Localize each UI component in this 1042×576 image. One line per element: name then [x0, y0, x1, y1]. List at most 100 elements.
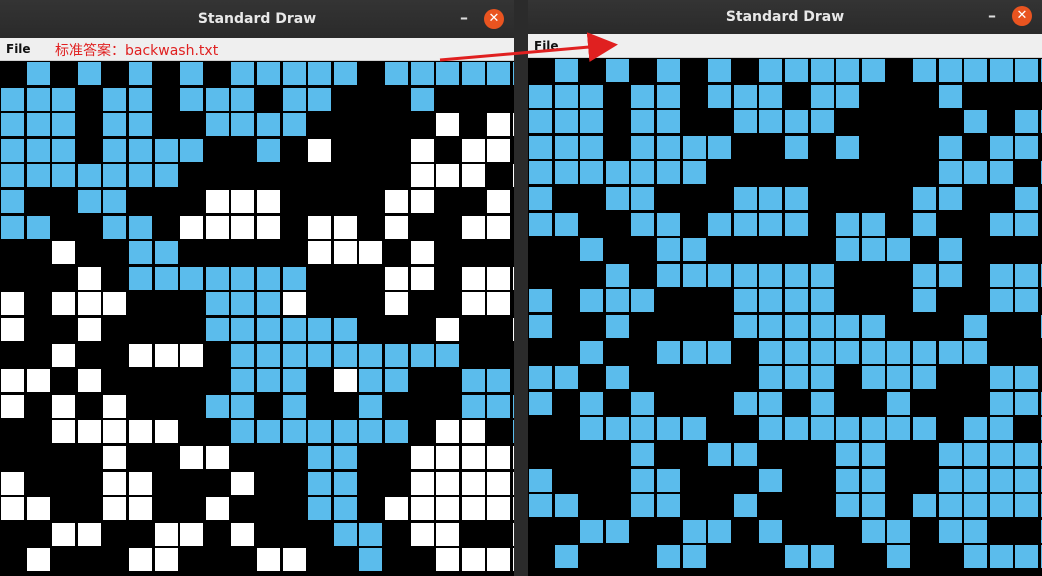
- left-draw-canvas[interactable]: [0, 61, 514, 576]
- left-blue-cell: [206, 88, 229, 111]
- right-blue-cell: [836, 213, 859, 236]
- left-white-cell: [155, 548, 178, 571]
- left-blue-cell: [1, 216, 24, 239]
- right-blue-cell: [734, 494, 757, 517]
- right-blue-cell: [939, 238, 962, 261]
- left-white-cell: [411, 190, 434, 213]
- right-blue-cell: [836, 494, 859, 517]
- right-blue-cell: [529, 392, 552, 415]
- left-blue-cell: [436, 62, 459, 85]
- right-blue-cell: [862, 417, 885, 440]
- right-blue-cell: [606, 520, 629, 543]
- left-white-cell: [385, 497, 408, 520]
- right-blue-cell: [887, 417, 910, 440]
- right-blue-cell: [887, 545, 910, 568]
- right-blue-cell: [1015, 366, 1038, 389]
- right-blue-cell: [964, 59, 987, 82]
- right-blue-cell: [811, 264, 834, 287]
- right-blue-cell: [990, 417, 1013, 440]
- right-blue-cell: [529, 315, 552, 338]
- right-blue-cell: [836, 417, 859, 440]
- right-blue-cell: [811, 85, 834, 108]
- right-blue-cell: [939, 136, 962, 159]
- left-white-cell: [487, 190, 510, 213]
- right-blue-cell: [990, 213, 1013, 236]
- left-white-cell: [103, 497, 126, 520]
- right-standard-draw-window: Standard Draw – ✕ File: [528, 0, 1042, 576]
- left-blue-cell: [513, 62, 514, 85]
- left-blue-cell: [155, 241, 178, 264]
- right-blue-cell: [555, 110, 578, 133]
- right-blue-cell: [657, 213, 680, 236]
- right-blue-cell: [631, 392, 654, 415]
- right-blue-cell: [990, 545, 1013, 568]
- left-white-cell: [513, 446, 514, 469]
- left-title-bar[interactable]: Standard Draw – ✕: [0, 0, 514, 38]
- right-blue-cell: [887, 392, 910, 415]
- right-blue-cell: [964, 520, 987, 543]
- left-white-cell: [462, 216, 485, 239]
- left-blue-cell: [206, 395, 229, 418]
- right-blue-cell: [555, 494, 578, 517]
- left-white-cell: [129, 344, 152, 367]
- left-white-cell: [78, 318, 101, 341]
- left-blue-cell: [231, 420, 254, 443]
- left-blue-cell: [411, 62, 434, 85]
- left-minimize-button[interactable]: –: [458, 10, 470, 26]
- right-blue-cell: [734, 443, 757, 466]
- right-blue-cell: [631, 110, 654, 133]
- left-blue-cell: [231, 369, 254, 392]
- right-file-menu[interactable]: File: [534, 39, 559, 53]
- right-title-bar[interactable]: Standard Draw – ✕: [528, 0, 1042, 34]
- left-white-cell: [103, 395, 126, 418]
- right-blue-cell: [529, 136, 552, 159]
- right-blue-cell: [631, 494, 654, 517]
- right-draw-canvas[interactable]: [528, 58, 1042, 576]
- left-blue-cell: [129, 113, 152, 136]
- right-blue-cell: [657, 264, 680, 287]
- right-blue-cell: [913, 494, 936, 517]
- right-blue-cell: [759, 289, 782, 312]
- left-white-cell: [487, 497, 510, 520]
- right-blue-cell: [913, 289, 936, 312]
- left-white-cell: [411, 523, 434, 546]
- right-blue-cell: [862, 59, 885, 82]
- left-blue-cell: [231, 113, 254, 136]
- left-blue-cell: [308, 62, 331, 85]
- right-blue-cell: [913, 366, 936, 389]
- right-blue-cell: [555, 136, 578, 159]
- left-white-cell: [334, 369, 357, 392]
- right-blue-cell: [734, 213, 757, 236]
- right-blue-cell: [939, 469, 962, 492]
- left-blue-cell: [385, 344, 408, 367]
- left-close-button[interactable]: ✕: [484, 9, 504, 29]
- right-blue-cell: [836, 136, 859, 159]
- left-white-cell: [206, 216, 229, 239]
- right-blue-cell: [785, 213, 808, 236]
- right-blue-cell: [759, 264, 782, 287]
- left-blue-cell: [487, 369, 510, 392]
- right-blue-cell: [990, 494, 1013, 517]
- left-white-cell: [52, 523, 75, 546]
- left-white-cell: [52, 344, 75, 367]
- right-blue-cell: [862, 366, 885, 389]
- right-blue-cell: [811, 392, 834, 415]
- left-blue-cell: [155, 139, 178, 162]
- left-blue-cell: [334, 344, 357, 367]
- right-blue-cell: [759, 469, 782, 492]
- right-blue-cell: [759, 187, 782, 210]
- right-minimize-button[interactable]: –: [986, 8, 998, 24]
- left-file-menu[interactable]: File: [6, 42, 31, 56]
- right-close-button[interactable]: ✕: [1012, 6, 1032, 26]
- right-blue-cell: [631, 187, 654, 210]
- right-blue-cell: [862, 341, 885, 364]
- right-blue-cell: [631, 136, 654, 159]
- left-blue-cell: [155, 164, 178, 187]
- right-blue-cell: [683, 264, 706, 287]
- left-blue-cell: [231, 344, 254, 367]
- left-blue-cell: [103, 190, 126, 213]
- left-blue-cell: [436, 344, 459, 367]
- left-white-cell: [1, 292, 24, 315]
- right-blue-cell: [990, 161, 1013, 184]
- left-white-cell: [487, 113, 510, 136]
